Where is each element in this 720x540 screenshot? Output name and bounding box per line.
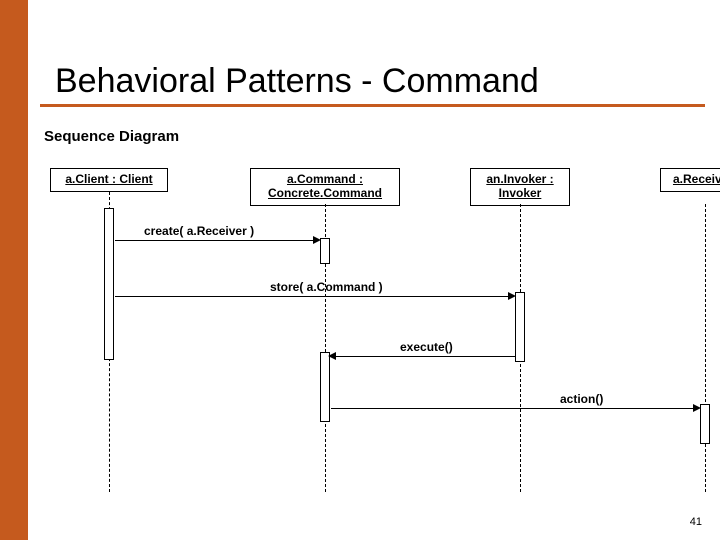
slide-subtitle: Sequence Diagram: [44, 128, 179, 145]
lifeline-invoker: an.Invoker : Invoker: [470, 168, 570, 206]
msg-action-label: action(): [560, 392, 603, 406]
msg-execute-head: [328, 352, 336, 360]
activation-receiver: [700, 404, 710, 444]
msg-execute-label: execute(): [400, 340, 453, 354]
msg-action-head: [693, 404, 701, 412]
activation-command-create: [320, 238, 330, 264]
slide-title: Behavioral Patterns - Command: [55, 62, 539, 101]
left-accent-stripe: [0, 0, 28, 540]
activation-invoker: [515, 292, 525, 362]
msg-create-arrow: [115, 240, 315, 241]
msg-store-head: [508, 292, 516, 300]
msg-execute-arrow: [335, 356, 515, 357]
activation-command-exec: [320, 352, 330, 422]
msg-action-arrow: [331, 408, 695, 409]
lifeline-client: a.Client : Client: [50, 168, 168, 192]
sequence-diagram: a.Client : Client a.Command : Concrete.C…: [40, 160, 720, 500]
title-underline: [40, 104, 705, 107]
dash-receiver: [705, 204, 706, 492]
msg-create-label: create( a.Receiver ): [144, 224, 254, 238]
page-number: 41: [690, 516, 702, 528]
msg-store-arrow: [115, 296, 510, 297]
activation-client: [104, 208, 114, 360]
msg-store-label: store( a.Command ): [270, 280, 383, 294]
lifeline-receiver: a.Receiver:: [660, 168, 720, 192]
lifeline-command: a.Command : Concrete.Command: [250, 168, 400, 206]
msg-create-head: [313, 236, 321, 244]
